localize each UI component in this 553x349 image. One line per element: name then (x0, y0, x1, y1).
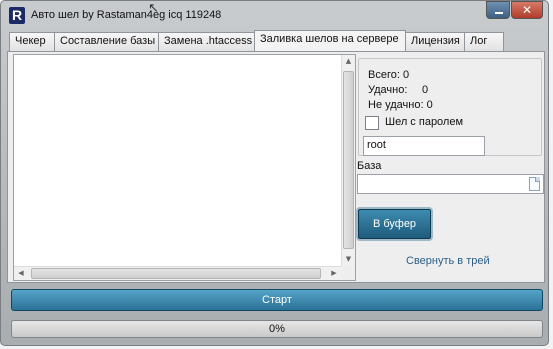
vertical-scrollbar[interactable]: ▲ ▼ (341, 55, 355, 266)
minimize-button[interactable] (486, 1, 510, 19)
close-button[interactable]: ✕ (511, 1, 543, 19)
scroll-up-icon[interactable]: ▲ (342, 55, 355, 68)
vertical-scroll-thumb[interactable] (343, 71, 354, 249)
scroll-left-icon[interactable]: ◀ (14, 267, 28, 280)
scroll-down-icon[interactable]: ▼ (342, 253, 355, 266)
copy-to-buffer-button[interactable]: В буфер (358, 209, 431, 239)
app-r-icon: R (9, 7, 25, 24)
password-checkbox-label[interactable]: Шел с паролем (385, 116, 463, 128)
tab-build-base[interactable]: Составление базы (54, 32, 159, 51)
stat-success-value: 0 (422, 84, 429, 96)
tab-checker[interactable]: Чекер (9, 32, 55, 51)
window-title: Авто шел by Rastaman4eg icq 119248 (31, 9, 222, 21)
shell-list-textarea[interactable]: ▲ ▼ ◀ ▶ (13, 54, 356, 281)
tab-log[interactable]: Лог (464, 32, 504, 51)
stat-fail: Не удачно: 0 (368, 99, 433, 111)
mouse-cursor-icon: ↖ (148, 1, 159, 16)
tab-license[interactable]: Лицензия (405, 32, 465, 51)
minimize-to-tray-link[interactable]: Свернуть в трей (406, 255, 490, 267)
stat-success-label: Удачно: (368, 84, 408, 96)
tab-replace-htaccess[interactable]: Замена .htaccess (158, 32, 255, 51)
tab-upload-shells[interactable]: Заливка шелов на сервере (254, 30, 406, 51)
tab-panel: ▲ ▼ ◀ ▶ Всего: 0 Удачно: 0 Не удачно: 0 … (7, 51, 545, 283)
start-button[interactable]: Старт (11, 289, 543, 311)
stats-group: Всего: 0 Удачно: 0 Не удачно: 0 Шел с па… (358, 58, 542, 156)
stat-total: Всего: 0 (368, 69, 410, 81)
progress-bar: 0% (11, 320, 543, 338)
file-browse-icon[interactable] (529, 177, 540, 191)
horizontal-scroll-thumb[interactable] (31, 268, 321, 279)
app-window: R Авто шел by Rastaman4eg icq 119248 ↖ ✕… (0, 0, 549, 346)
password-checkbox[interactable] (365, 116, 379, 130)
base-path-input[interactable] (357, 174, 544, 194)
title-bar[interactable]: R Авто шел by Rastaman4eg icq 119248 ↖ ✕ (1, 1, 548, 31)
progress-text: 0% (269, 323, 285, 335)
scroll-right-icon[interactable]: ▶ (327, 267, 341, 280)
base-label: База (357, 160, 382, 172)
scroll-corner (341, 266, 355, 280)
password-input[interactable]: root (363, 136, 485, 156)
horizontal-scrollbar[interactable]: ◀ ▶ (14, 266, 355, 280)
